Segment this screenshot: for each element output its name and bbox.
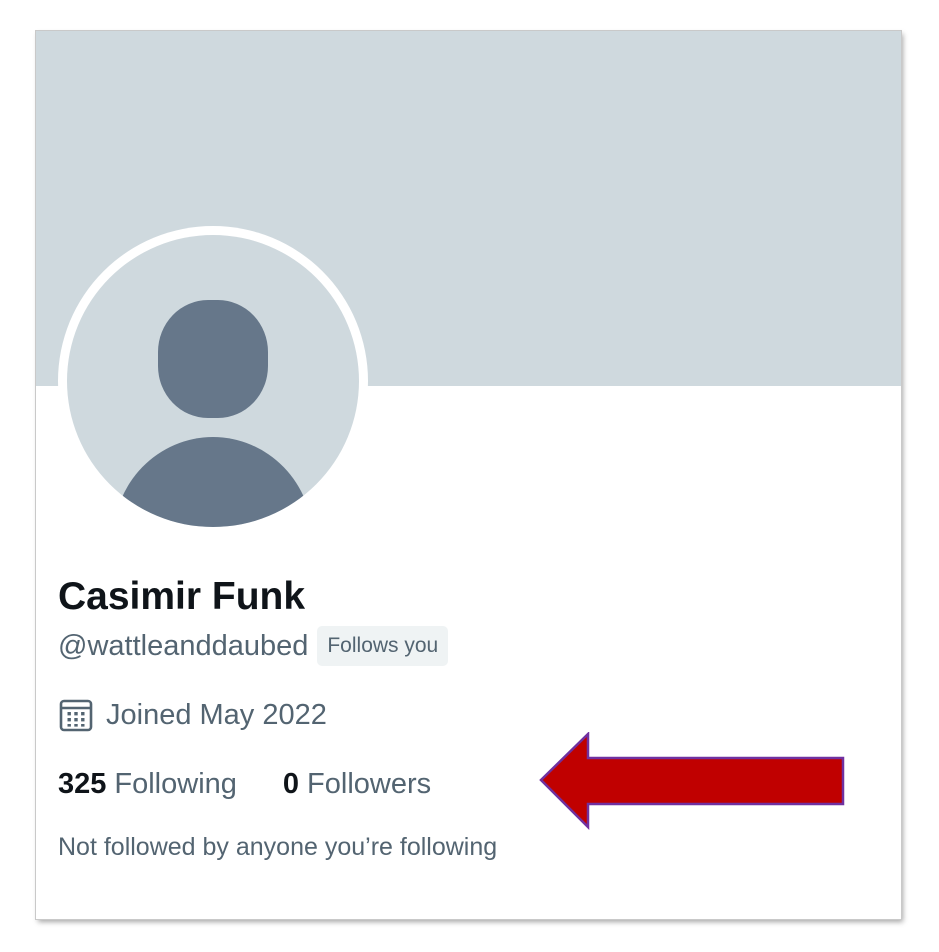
user-handle: @wattleanddaubed bbox=[58, 629, 309, 662]
avatar-ring bbox=[58, 226, 368, 536]
following-count: 325 bbox=[58, 767, 107, 800]
follows-you-badge: Follows you bbox=[317, 626, 449, 666]
joined-row: Joined May 2022 bbox=[58, 693, 327, 737]
follow-stats: 325 Following 0 Followers bbox=[58, 764, 431, 804]
following-link[interactable]: 325 Following bbox=[58, 768, 237, 801]
mutual-followers-note: Not followed by anyone you’re following bbox=[58, 833, 498, 861]
followers-count: 0 bbox=[282, 767, 300, 800]
following-label: Following bbox=[114, 767, 237, 800]
avatar[interactable] bbox=[67, 235, 359, 527]
handle-row: @wattleanddaubed Follows you bbox=[58, 625, 449, 667]
joined-date: Joined May 2022 bbox=[106, 698, 327, 731]
red-arrow-left-icon bbox=[539, 732, 845, 830]
calendar-icon bbox=[59, 699, 93, 732]
display-name: Casimir Funk bbox=[58, 575, 306, 618]
followers-label: Followers bbox=[307, 767, 432, 800]
followers-link[interactable]: 0 Followers bbox=[283, 768, 431, 801]
default-user-silhouette-icon bbox=[113, 300, 313, 527]
